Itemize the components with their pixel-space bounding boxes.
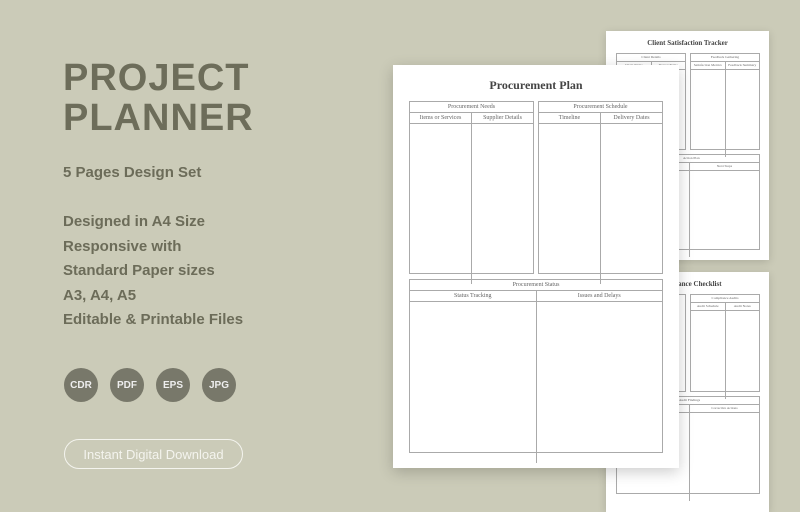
col-header: Next Steps — [690, 163, 759, 171]
col-header: Corrective Actions — [690, 405, 759, 413]
table-feedback: Feedback Gathering Satisfaction Metrics F… — [690, 53, 760, 157]
promo-subtitle: 5 Pages Design Set — [63, 164, 202, 181]
format-badge-eps: EPS — [156, 368, 190, 402]
feature: A3, A4, A5 — [63, 286, 137, 304]
col-header: Feedback Summary — [725, 62, 759, 70]
table-header: Procurement Status — [410, 280, 662, 291]
table-procurement-schedule: Procurement Schedule Timeline Delivery Da… — [538, 101, 663, 284]
col-header: Issues and Delays — [536, 291, 662, 302]
table-audits: Compliance Audits Audit Schedule Audit No… — [690, 294, 760, 399]
page-procurement-plan: Procurement Plan Procurement Needs Items… — [393, 65, 679, 468]
feature: Designed in A4 Size — [63, 213, 205, 230]
col-header: Timeline — [539, 113, 600, 124]
table-header: Procurement Needs — [410, 102, 533, 113]
col-header: Audit Schedule — [691, 303, 725, 311]
table-header: Compliance Audits — [691, 295, 759, 303]
title-line: PROJECT — [63, 57, 250, 99]
table-header: Feedback Gathering — [691, 54, 759, 62]
format-badge-pdf: PDF — [110, 368, 144, 402]
feature-list: Designed in A4 Size Responsive with Stan… — [63, 210, 243, 333]
page-title: Client Satisfaction Tracker — [647, 39, 728, 47]
format-badge-cdr: CDR — [64, 368, 98, 402]
promo-title: PROJECT PLANNER — [63, 58, 254, 138]
download-button[interactable]: Instant Digital Download — [64, 439, 243, 469]
page-title: Procurement Plan — [489, 78, 583, 92]
feature: Standard Paper sizes — [63, 262, 215, 280]
col-header: Items or Services — [410, 113, 471, 124]
feature: Responsive with — [63, 237, 182, 255]
col-header: Delivery Dates — [601, 113, 662, 124]
table-procurement-needs: Procurement Needs Items or Services Suppl… — [409, 101, 534, 284]
col-header: Audit Notes — [725, 303, 759, 311]
table-procurement-status: Procurement Status Status Tracking Issues… — [409, 279, 663, 463]
col-header: Satisfaction Metrics — [691, 62, 725, 70]
col-header: Supplier Details — [472, 113, 533, 124]
format-badge-jpg: JPG — [202, 368, 236, 402]
title-line: PLANNER — [63, 97, 254, 139]
table-header: Procurement Schedule — [539, 102, 662, 113]
col-header: Status Tracking — [410, 291, 536, 302]
table-header: Client Details — [617, 54, 685, 62]
feature: Editable & Printable Files — [63, 311, 244, 329]
